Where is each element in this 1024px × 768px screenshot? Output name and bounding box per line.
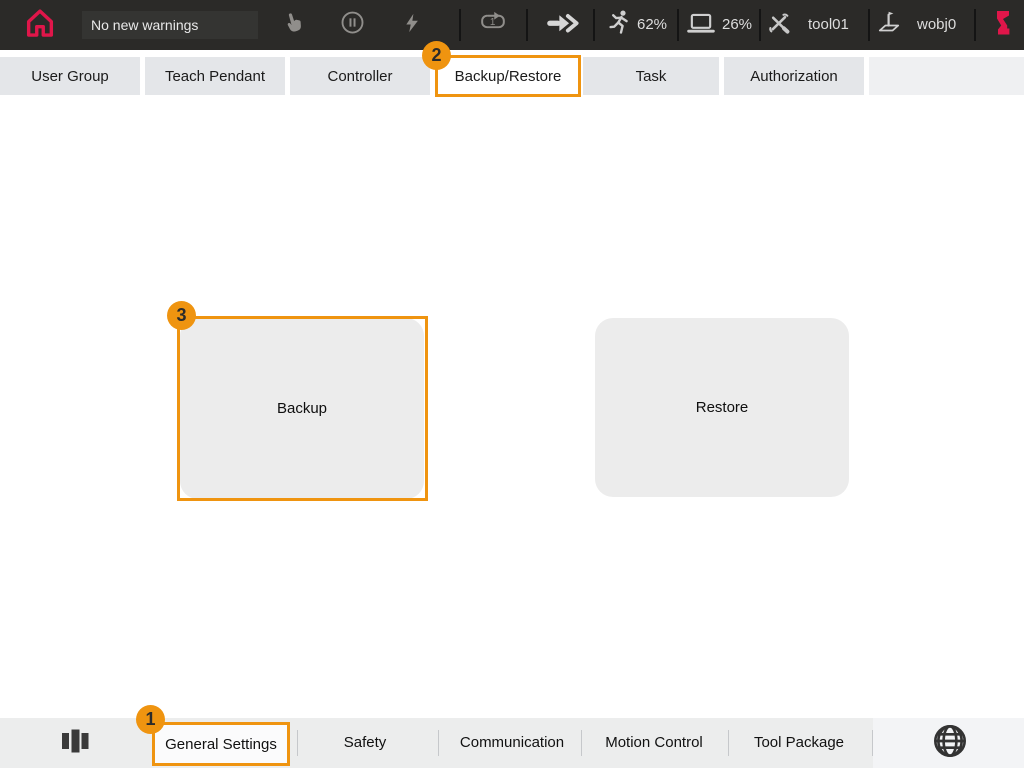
lightning-bolt-icon — [401, 11, 423, 40]
work-object-pin-icon — [877, 9, 901, 41]
topbar-divider — [868, 9, 870, 41]
bottom-nav-motion-control[interactable]: Motion Control — [574, 718, 734, 768]
step-run-button[interactable] — [545, 14, 581, 36]
topbar-divider — [526, 9, 528, 41]
warning-status-text: No new warnings — [91, 17, 198, 33]
pause-icon — [340, 10, 365, 40]
language-button[interactable] — [932, 725, 968, 761]
nav-menu-button[interactable] — [59, 728, 91, 758]
bottom-divider — [297, 730, 298, 756]
tool-name: tool01 — [808, 0, 849, 50]
backup-button[interactable]: Backup — [180, 318, 424, 499]
columns-menu-icon — [60, 726, 90, 761]
step-badge-1: 1 — [136, 705, 165, 734]
topbar-divider — [974, 9, 976, 41]
wobj-selector[interactable] — [876, 11, 902, 39]
tab-authorization[interactable]: Authorization — [724, 57, 864, 95]
tool-selector[interactable] — [766, 12, 792, 38]
backup-restore-panel: Backup Restore — [0, 95, 1024, 718]
system-load-value: 26% — [722, 0, 752, 50]
wobj-name: wobj0 — [917, 0, 956, 50]
topbar-divider — [677, 9, 679, 41]
bottom-nav-general-settings[interactable]: General Settings — [152, 722, 290, 766]
speed-indicator[interactable] — [607, 11, 633, 39]
bottom-nav-communication[interactable]: Communication — [432, 718, 592, 768]
system-load-indicator[interactable] — [686, 13, 716, 37]
home-button[interactable] — [22, 7, 58, 43]
teach-pendant-screen: No new warnings — [0, 0, 1024, 768]
step-badge-2: 2 — [422, 41, 451, 70]
top-status-bar: No new warnings — [0, 0, 1024, 50]
laptop-icon — [687, 11, 715, 40]
hand-icon — [278, 8, 310, 43]
tab-task[interactable]: Task — [583, 57, 719, 95]
topbar-divider — [459, 9, 461, 41]
pause-button[interactable] — [339, 12, 365, 38]
robot-arm-icon — [990, 8, 1016, 43]
tab-controller[interactable]: Controller — [290, 57, 430, 95]
svg-text:1: 1 — [490, 17, 496, 28]
fast-forward-arrow-icon — [546, 12, 580, 39]
tab-user-group[interactable]: User Group — [0, 57, 140, 95]
tab-teach-pendant[interactable]: Teach Pendant — [145, 57, 285, 95]
tab-bar-filler — [869, 57, 1024, 95]
bottom-nav-tool-package[interactable]: Tool Package — [719, 718, 879, 768]
topbar-divider — [759, 9, 761, 41]
bottom-divider — [872, 730, 873, 756]
step-badge-3: 3 — [167, 301, 196, 330]
loop-once-icon: 1 — [478, 10, 508, 40]
tools-icon — [767, 11, 791, 40]
restore-button[interactable]: Restore — [595, 318, 849, 497]
home-icon — [23, 6, 57, 45]
robot-status-button[interactable] — [989, 9, 1017, 41]
bottom-nav-safety[interactable]: Safety — [305, 718, 425, 768]
hand-guide-button[interactable] — [281, 12, 307, 38]
globe-icon — [932, 723, 968, 764]
speed-value: 62% — [637, 0, 667, 50]
power-button[interactable] — [399, 12, 425, 38]
topbar-divider — [593, 9, 595, 41]
settings-tab-bar: User Group Teach Pendant Controller Back… — [0, 57, 1024, 95]
loop-once-button[interactable]: 1 — [477, 12, 509, 38]
running-person-icon — [608, 9, 632, 41]
tab-backup-restore[interactable]: Backup/Restore — [438, 57, 578, 95]
warning-status-box[interactable]: No new warnings — [82, 11, 258, 39]
